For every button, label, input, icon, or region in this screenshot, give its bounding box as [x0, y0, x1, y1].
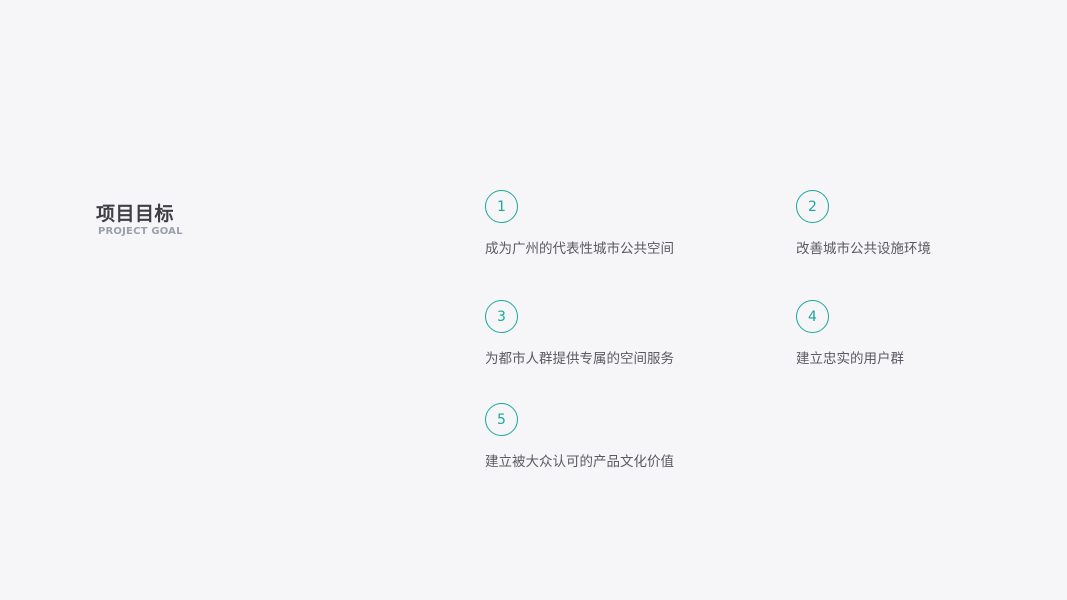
- goal-text: 成为广州的代表性城市公共空间: [485, 241, 674, 257]
- goal-text: 为都市人群提供专属的空间服务: [485, 351, 674, 367]
- goal-text: 建立忠实的用户群: [796, 351, 904, 367]
- goal-item-4: 4 建立忠实的用户群: [796, 300, 904, 367]
- goal-item-2: 2 改善城市公共设施环境: [796, 190, 931, 257]
- goal-number-badge: 5: [485, 403, 518, 436]
- goal-number-badge: 4: [796, 300, 829, 333]
- goal-number-badge: 3: [485, 300, 518, 333]
- section-header: 项目目标 PROJECT GOAL: [96, 202, 183, 238]
- goal-item-1: 1 成为广州的代表性城市公共空间: [485, 190, 674, 257]
- goal-text: 建立被大众认可的产品文化价值: [485, 454, 674, 470]
- goal-item-3: 3 为都市人群提供专属的空间服务: [485, 300, 674, 367]
- goal-text: 改善城市公共设施环境: [796, 241, 931, 257]
- goal-number-badge: 1: [485, 190, 518, 223]
- goal-item-5: 5 建立被大众认可的产品文化价值: [485, 403, 674, 470]
- page-title: 项目目标: [96, 203, 175, 225]
- goal-number-badge: 2: [796, 190, 829, 223]
- page-subtitle: PROJECT GOAL: [98, 226, 183, 237]
